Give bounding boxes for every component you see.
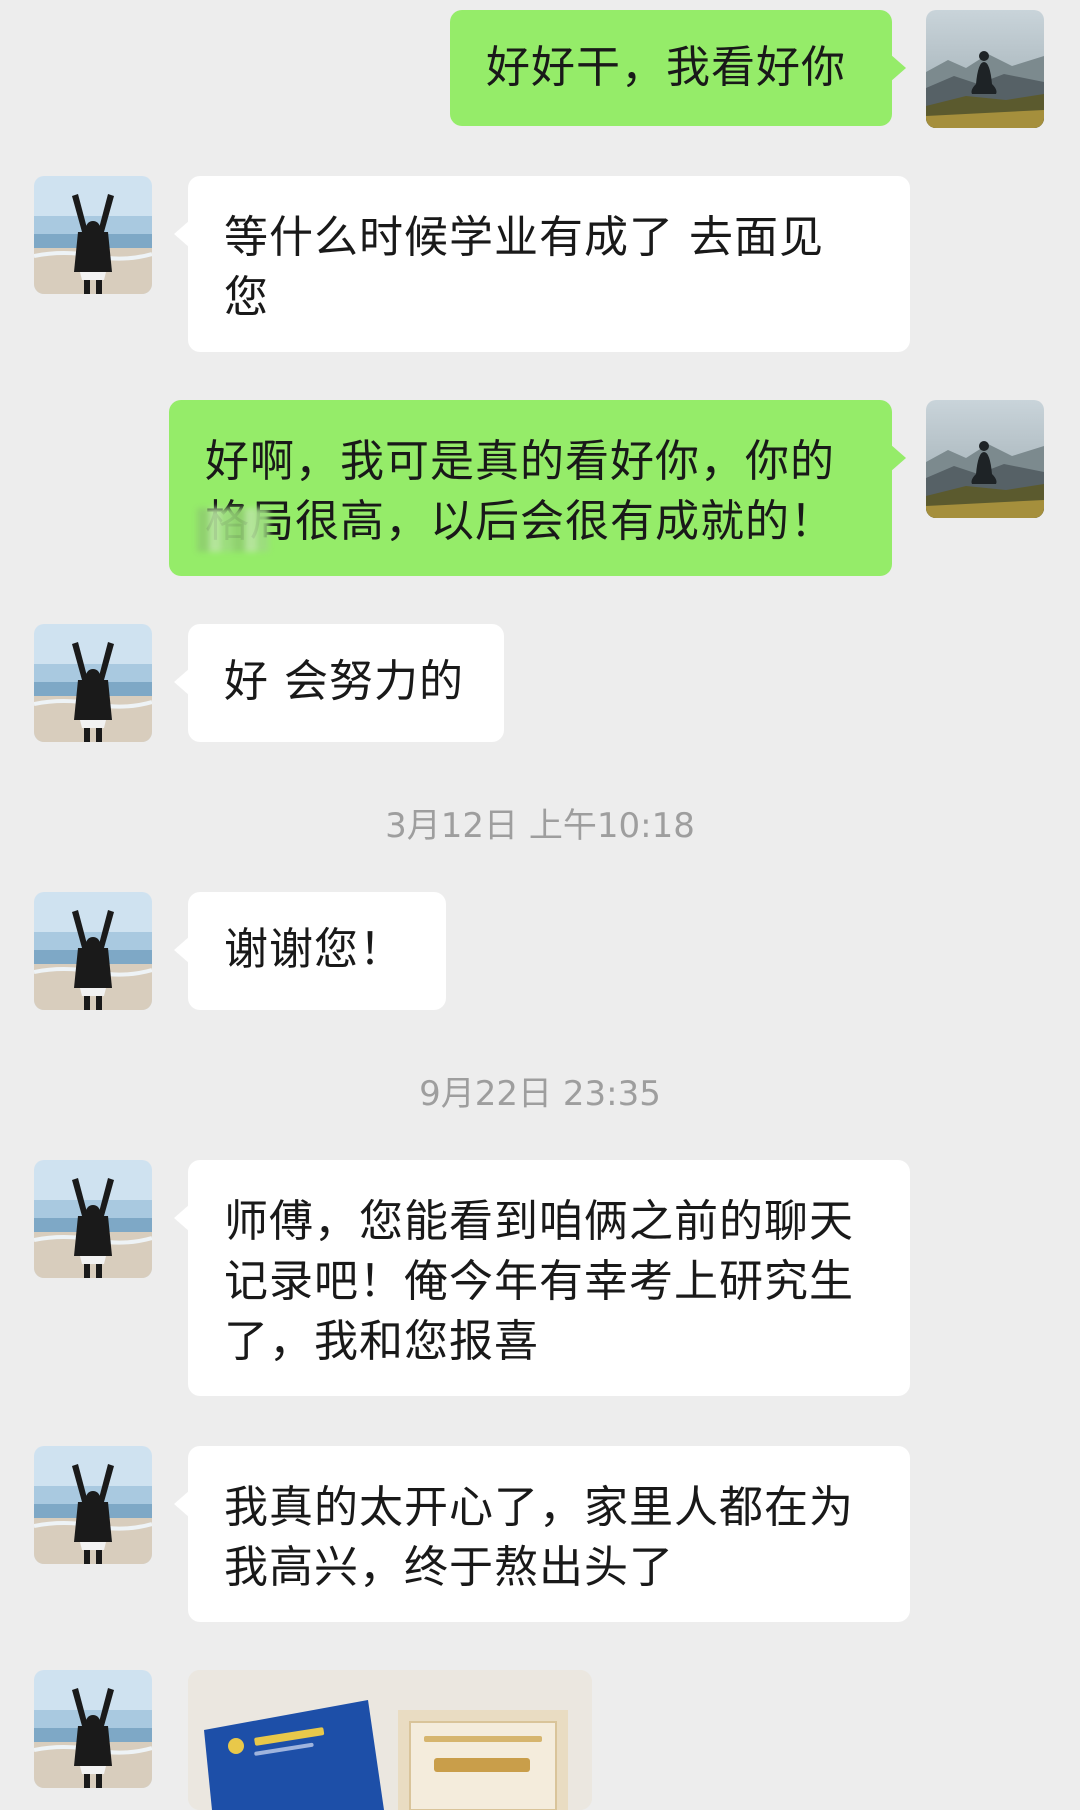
message-text-line: 好啊，我可是真的看好你，你的 [205,436,835,487]
received-message-bubble[interactable]: 谢谢您！ [174,892,446,1010]
chat-area[interactable]: 好好干，我看好你 等什么时候学业有成了 去面见 您 好啊，我可是真的看好你，你的… [0,0,1080,1810]
image-message[interactable] [188,1670,592,1810]
contact-avatar[interactable] [34,176,152,294]
message-text-line: 师傅，您能看到咱俩之前的聊天 [224,1196,854,1247]
sent-message-bubble[interactable]: 好啊，我可是真的看好你，你的 格局很高，以后会很有成就的！ [169,400,906,576]
sent-message-bubble[interactable]: 好好干，我看好你 [450,10,906,126]
message-text-line: 记录吧！俺今年有幸考上研究生 [224,1256,854,1307]
message-text: 谢谢您！ [224,924,404,975]
person-arms-raised-beach-icon [34,1670,152,1788]
message-timestamp: 3月12日 上午10:18 [385,806,695,846]
meditating-person-mountain-icon [926,10,1044,128]
message-text: 好好干，我看好你 [486,42,846,93]
message-text-line: 等什么时候学业有成了 去面见 [224,212,824,263]
person-arms-raised-beach-icon [34,176,152,294]
received-message-bubble[interactable]: 好 会努力的 [174,624,504,742]
person-arms-raised-beach-icon [34,1160,152,1278]
received-message-bubble[interactable]: 师傅，您能看到咱俩之前的聊天 记录吧！俺今年有幸考上研究生 了，我和您报喜 [174,1160,910,1396]
message-text-line: 了，我和您报喜 [224,1316,539,1367]
person-arms-raised-beach-icon [34,892,152,1010]
contact-avatar[interactable] [34,624,152,742]
received-message-bubble[interactable]: 我真的太开心了，家里人都在为 我高兴，终于熬出头了 [174,1446,910,1622]
self-avatar[interactable] [926,400,1044,518]
contact-avatar[interactable] [34,1446,152,1564]
message-text-line: 您 [224,272,269,323]
person-arms-raised-beach-icon [34,624,152,742]
admission-letter-photo [188,1670,592,1810]
meditating-person-mountain-icon [926,400,1044,518]
contact-avatar[interactable] [34,892,152,1010]
message-text-line: 格局很高，以后会很有成就的！ [205,496,835,547]
self-avatar[interactable] [926,10,1044,128]
message-text-line: 我高兴，终于熬出头了 [224,1542,674,1593]
message-text: 好 会努力的 [224,656,464,707]
blurred-text-mask [197,508,269,552]
received-message-bubble[interactable]: 等什么时候学业有成了 去面见 您 [174,176,910,352]
person-arms-raised-beach-icon [34,1446,152,1564]
message-text-line: 我真的太开心了，家里人都在为 [224,1482,854,1533]
contact-avatar[interactable] [34,1670,152,1788]
message-timestamp: 9月22日 23:35 [419,1074,661,1114]
contact-avatar[interactable] [34,1160,152,1278]
